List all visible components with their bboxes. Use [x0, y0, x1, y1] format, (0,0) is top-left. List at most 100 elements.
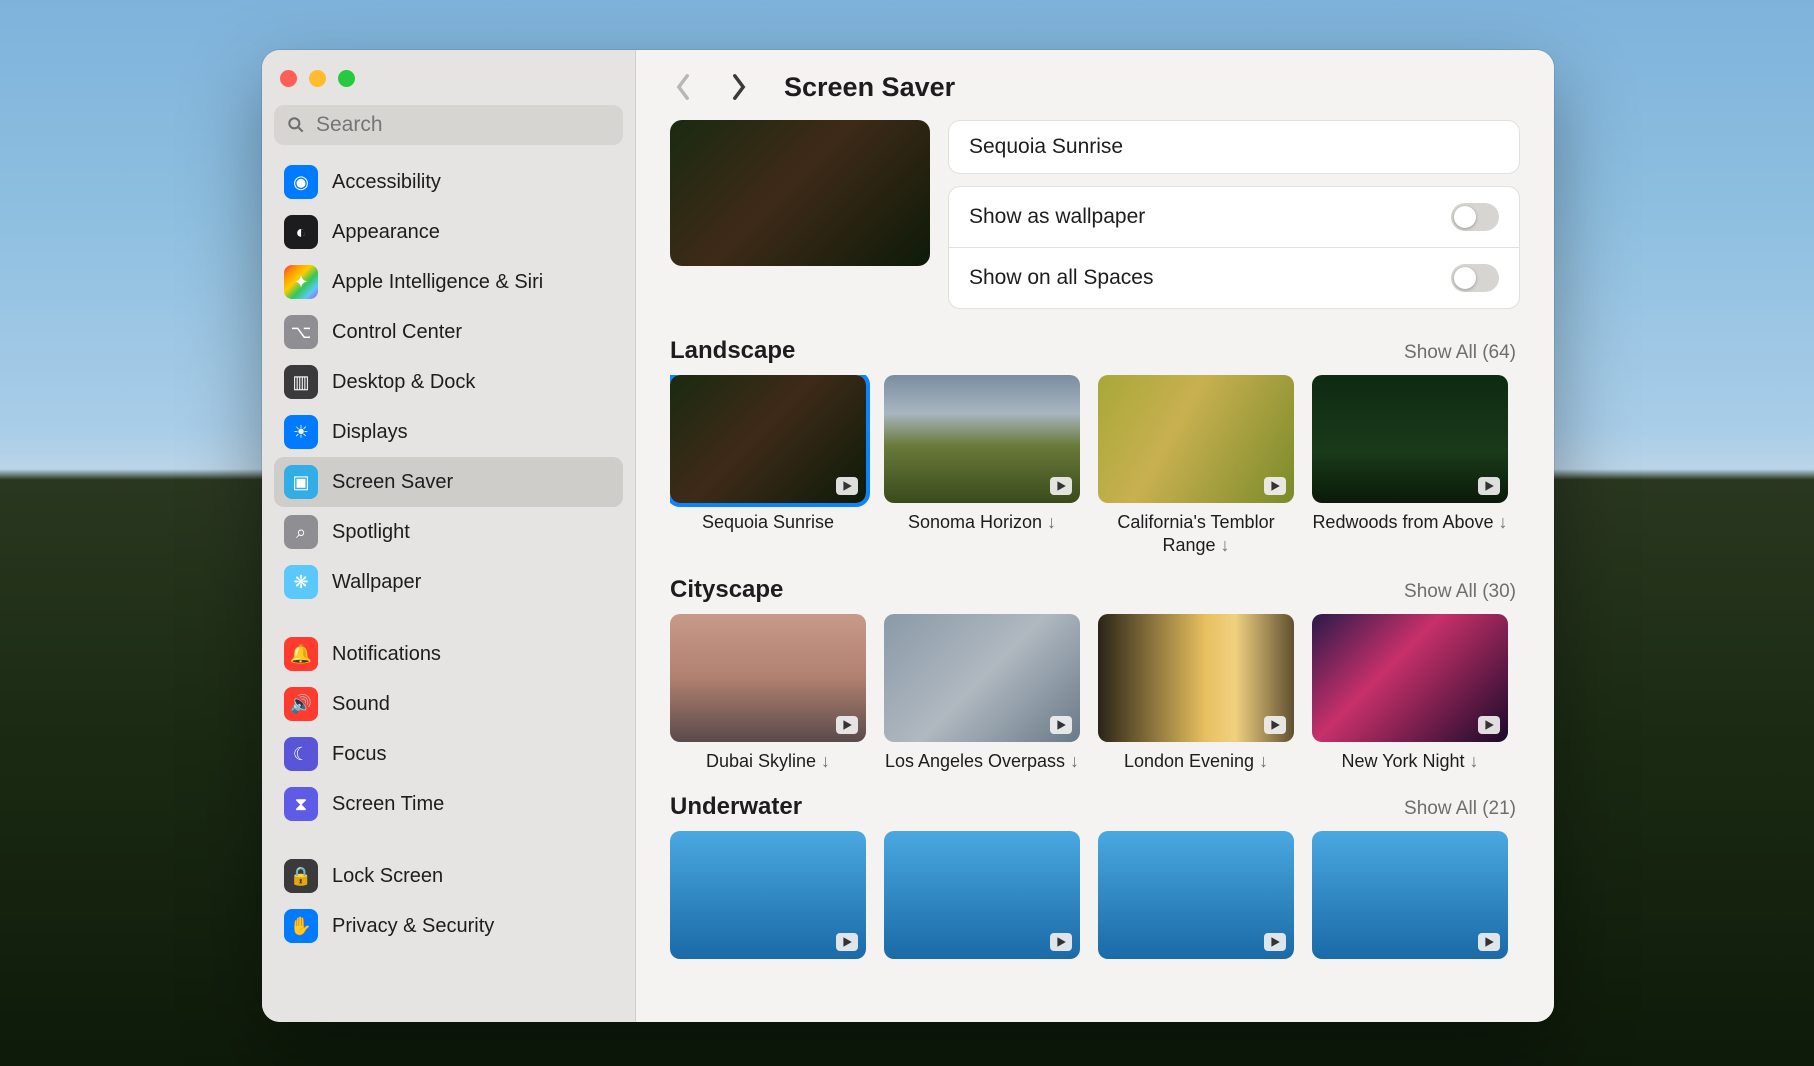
- thumbnail[interactable]: [1312, 831, 1508, 959]
- sidebar-item-label: Spotlight: [332, 521, 410, 544]
- privacy-icon: ✋: [284, 909, 318, 943]
- screensaver-item[interactable]: California's Temblor Range ↓: [1098, 375, 1294, 556]
- play-icon: [1269, 936, 1281, 948]
- sidebar-item-notifications[interactable]: 🔔Notifications: [274, 629, 623, 679]
- chevron-right-icon: [729, 73, 749, 101]
- play-icon: [841, 480, 853, 492]
- toggle-show-as-wallpaper[interactable]: [1451, 203, 1499, 231]
- show-all-button[interactable]: Show All (64): [1404, 342, 1516, 364]
- thumbnail-label: Sequoia Sunrise: [670, 511, 866, 534]
- sidebar-item-apple-intelligence-siri[interactable]: ✦Apple Intelligence & Siri: [274, 257, 623, 307]
- thumbnail[interactable]: [670, 831, 866, 959]
- thumbnail[interactable]: [884, 375, 1080, 503]
- search-field[interactable]: [274, 105, 623, 145]
- back-button[interactable]: [666, 70, 700, 104]
- sidebar-item-focus[interactable]: ☾ Focus: [274, 729, 623, 779]
- search-input[interactable]: [316, 113, 611, 137]
- forward-button[interactable]: [722, 70, 756, 104]
- sidebar-item-lock-screen[interactable]: 🔒Lock Screen: [274, 851, 623, 901]
- thumbnail[interactable]: [1098, 375, 1294, 503]
- play-icon: [841, 936, 853, 948]
- option-label: Show on all Spaces: [969, 266, 1153, 290]
- sidebar-item-privacy-security[interactable]: ✋ Privacy & Security: [274, 901, 623, 951]
- play-icon: [1055, 480, 1067, 492]
- fullscreen-button[interactable]: [338, 70, 355, 87]
- sidebar-item-screen-saver[interactable]: ▣Screen Saver: [274, 457, 623, 507]
- download-icon: ↓: [1470, 751, 1479, 771]
- current-options-card: Show as wallpaper Show on all Spaces: [948, 186, 1520, 309]
- download-icon: ↓: [1070, 751, 1079, 771]
- screensaver-item[interactable]: Sonoma Horizon ↓: [884, 375, 1080, 556]
- sidebar-item-screen-time[interactable]: ⧗Screen Time: [274, 779, 623, 829]
- toolbar: Screen Saver: [636, 50, 1554, 120]
- wallpaper-icon: ❋: [284, 565, 318, 599]
- play-icon: [841, 719, 853, 731]
- thumbnail[interactable]: [1098, 614, 1294, 742]
- play-icon: [1269, 719, 1281, 731]
- sidebar-item-sound[interactable]: 🔊Sound: [274, 679, 623, 729]
- screensaver-item[interactable]: Sequoia Sunrise: [670, 375, 866, 556]
- chevron-left-icon: [673, 73, 693, 101]
- sidebar-item-appearance[interactable]: ◐ Appearance: [274, 207, 623, 257]
- play-icon: [1483, 936, 1495, 948]
- thumbnail[interactable]: [884, 614, 1080, 742]
- sidebar-item-wallpaper[interactable]: ❋ Wallpaper: [274, 557, 623, 607]
- screensaver-item[interactable]: New York Night ↓: [1312, 614, 1508, 773]
- show-all-button[interactable]: Show All (21): [1404, 798, 1516, 820]
- play-icon: [1055, 936, 1067, 948]
- sidebar-item-label: Focus: [332, 743, 386, 766]
- sidebar-item-label: Appearance: [332, 221, 440, 244]
- current-preview[interactable]: [670, 120, 930, 266]
- sidebar-item-displays[interactable]: ☀Displays: [274, 407, 623, 457]
- screensaver-item[interactable]: Redwoods from Above ↓: [1312, 375, 1508, 556]
- screensaver-item[interactable]: Los Angeles Overpass ↓: [884, 614, 1080, 773]
- play-badge: [1050, 933, 1072, 951]
- download-icon: ↓: [1259, 751, 1268, 771]
- option-show-on-all-spaces: Show on all Spaces: [949, 247, 1519, 308]
- sidebar-item-accessibility[interactable]: ◉Accessibility: [274, 157, 623, 207]
- sidebar-item-desktop-dock[interactable]: ▥Desktop & Dock: [274, 357, 623, 407]
- thumbnail[interactable]: [1312, 614, 1508, 742]
- play-badge: [836, 716, 858, 734]
- play-badge: [1264, 933, 1286, 951]
- sidebar-item-spotlight[interactable]: ⌕Spotlight: [274, 507, 623, 557]
- play-badge: [1478, 716, 1500, 734]
- screensaver-item[interactable]: [884, 831, 1080, 959]
- displays-icon: ☀: [284, 415, 318, 449]
- sidebar-item-label: Privacy & Security: [332, 915, 494, 938]
- thumbnail[interactable]: [884, 831, 1080, 959]
- minimize-button[interactable]: [309, 70, 326, 87]
- toggle-show-on-all-spaces[interactable]: [1451, 264, 1499, 292]
- screensaver-item[interactable]: [670, 831, 866, 959]
- section-header: LandscapeShow All (64): [670, 337, 1520, 365]
- thumbnail-row: Dubai Skyline ↓Los Angeles Overpass ↓Lon…: [670, 614, 1520, 773]
- thumbnail-label: Sonoma Horizon ↓: [884, 511, 1080, 534]
- close-button[interactable]: [280, 70, 297, 87]
- play-icon: [1269, 480, 1281, 492]
- thumbnail[interactable]: [670, 614, 866, 742]
- screensaver-item[interactable]: London Evening ↓: [1098, 614, 1294, 773]
- appearance-icon: ◐: [284, 215, 318, 249]
- sidebar-item-control-center[interactable]: ⌥Control Center: [274, 307, 623, 357]
- thumbnail-row: [670, 831, 1520, 959]
- thumbnail[interactable]: [1312, 375, 1508, 503]
- siri-icon: ✦: [284, 265, 318, 299]
- thumbnail[interactable]: [1098, 831, 1294, 959]
- screen-time-icon: ⧗: [284, 787, 318, 821]
- window-controls: [274, 64, 623, 105]
- thumbnail[interactable]: [670, 375, 866, 503]
- focus-icon: ☾: [284, 737, 318, 771]
- sidebar-item-label: Lock Screen: [332, 865, 443, 888]
- system-settings-window: ◉Accessibility ◐ Appearance ✦Apple Intellig…: [262, 50, 1554, 1022]
- screensaver-item[interactable]: [1312, 831, 1508, 959]
- sidebar-item-label: Wallpaper: [332, 571, 421, 594]
- current-name: Sequoia Sunrise: [969, 135, 1123, 158]
- play-icon: [1483, 719, 1495, 731]
- search-icon: [286, 115, 306, 135]
- content-scroll[interactable]: Sequoia Sunrise Show as wallpaper Show o…: [636, 120, 1554, 1022]
- show-all-button[interactable]: Show All (30): [1404, 581, 1516, 603]
- screensaver-item[interactable]: Dubai Skyline ↓: [670, 614, 866, 773]
- screensaver-item[interactable]: [1098, 831, 1294, 959]
- section-landscape: LandscapeShow All (64) Sequoia Sunrise Son…: [670, 337, 1520, 556]
- play-badge: [836, 933, 858, 951]
